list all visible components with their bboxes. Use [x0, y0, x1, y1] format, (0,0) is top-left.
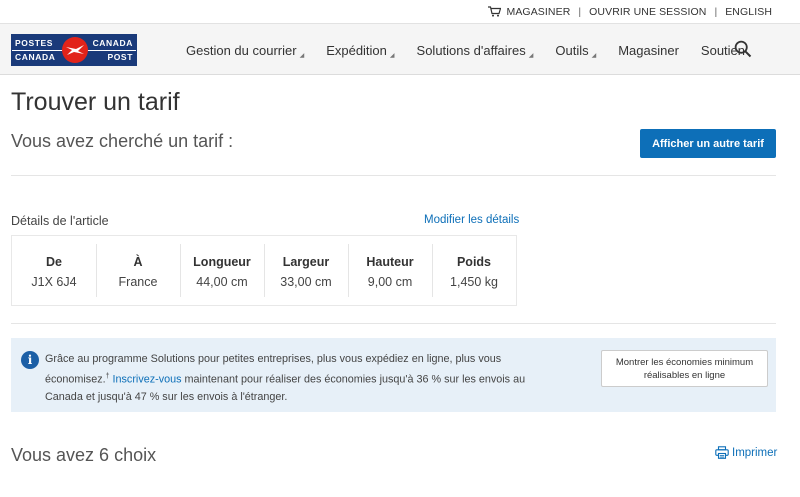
show-other-rate-button[interactable]: Afficher un autre tarif: [640, 129, 776, 158]
print-link[interactable]: Imprimer: [715, 446, 777, 459]
nav-item-label: Solutions d'affaires: [416, 42, 526, 58]
logo-text: CANADA: [15, 52, 56, 62]
nav-item-label: Outils: [555, 42, 589, 58]
info-message: Grâce au programme Solutions pour petite…: [45, 351, 565, 406]
login-link[interactable]: OUVRIR UNE SESSION: [589, 6, 706, 18]
detail-value: 9,00 cm: [367, 275, 413, 289]
nav-item-shop[interactable]: Magasiner: [618, 43, 679, 58]
separator: |: [714, 5, 718, 18]
utility-bar: MAGASINER | OUVRIR UNE SESSION | ENGLISH: [0, 0, 800, 23]
nav-item-tools[interactable]: Outils ◢: [555, 42, 597, 59]
eagle-emblem-icon: [62, 37, 88, 63]
detail-from: De J1X 6J4: [12, 236, 96, 305]
small-business-info-box: i Grâce au programme Solutions pour peti…: [11, 338, 776, 412]
nav-item-label: Expédition: [326, 42, 387, 58]
nav-item-shipping[interactable]: Expédition ◢: [326, 42, 395, 59]
detail-weight: Poids 1,450 kg: [432, 236, 516, 305]
logo-text: POSTES: [15, 38, 54, 48]
detail-header: Largeur: [282, 255, 330, 269]
detail-value: France: [118, 275, 158, 289]
logo-text: CANADA: [92, 38, 133, 48]
search-subtitle: Vous avez cherché un tarif :: [11, 131, 234, 151]
item-details-table: De J1X 6J4 À France Longueur 44,00 cm La…: [11, 235, 517, 306]
detail-header: Hauteur: [366, 255, 414, 269]
detail-value: 1,450 kg: [450, 275, 498, 289]
detail-height: Hauteur 9,00 cm: [348, 236, 432, 305]
show-savings-button[interactable]: Montrer les économies minimum réalisable…: [601, 350, 768, 387]
canada-post-logo[interactable]: POSTES CANADA CANADA POST: [11, 34, 137, 66]
dropdown-triangle-icon: ◢: [528, 52, 534, 59]
detail-width: Largeur 33,00 cm: [264, 236, 348, 305]
detail-length: Longueur 44,00 cm: [180, 236, 264, 305]
info-icon: i: [21, 351, 39, 369]
shop-link[interactable]: MAGASINER: [488, 6, 570, 18]
language-link[interactable]: ENGLISH: [725, 6, 772, 18]
shop-link-label: MAGASINER: [506, 5, 571, 18]
logo-text: POST: [107, 52, 133, 62]
search-icon: [734, 40, 752, 58]
main-nav: POSTES CANADA CANADA POST Gestion du cou…: [0, 23, 800, 75]
detail-value: 33,00 cm: [280, 275, 332, 289]
detail-header: Longueur: [193, 255, 251, 269]
results-count-heading: Vous avez 6 choix: [11, 445, 157, 465]
dagger-footnote: †: [105, 373, 110, 380]
detail-header: À: [133, 255, 143, 269]
divider: [11, 175, 776, 176]
search-button[interactable]: [734, 40, 754, 60]
separator: |: [578, 5, 582, 18]
nav-item-label: Gestion du courrier: [186, 42, 297, 58]
print-label: Imprimer: [732, 446, 778, 459]
dropdown-triangle-icon: ◢: [591, 52, 597, 59]
nav-menu: Gestion du courrier ◢ Expédition ◢ Solut…: [186, 24, 767, 76]
sign-up-link[interactable]: Inscrivez-vous: [113, 374, 182, 386]
dropdown-triangle-icon: ◢: [389, 52, 395, 59]
detail-header: De: [46, 255, 62, 269]
page-title: Trouver un tarif: [11, 88, 180, 116]
nav-item-business[interactable]: Solutions d'affaires ◢: [416, 42, 534, 59]
divider: [11, 323, 776, 324]
modify-details-link[interactable]: Modifier les détails: [424, 214, 519, 226]
detail-header: Poids: [456, 255, 492, 269]
dropdown-triangle-icon: ◢: [299, 52, 305, 59]
printer-icon: [715, 446, 729, 459]
cart-icon: [488, 6, 502, 17]
detail-value: 44,00 cm: [196, 275, 248, 289]
detail-value: J1X 6J4: [31, 275, 77, 289]
nav-item-label: Magasiner: [618, 42, 679, 58]
detail-to: À France: [96, 236, 180, 305]
nav-item-mail[interactable]: Gestion du courrier ◢: [186, 42, 305, 59]
item-details-label: Détails de l'article: [11, 214, 109, 228]
